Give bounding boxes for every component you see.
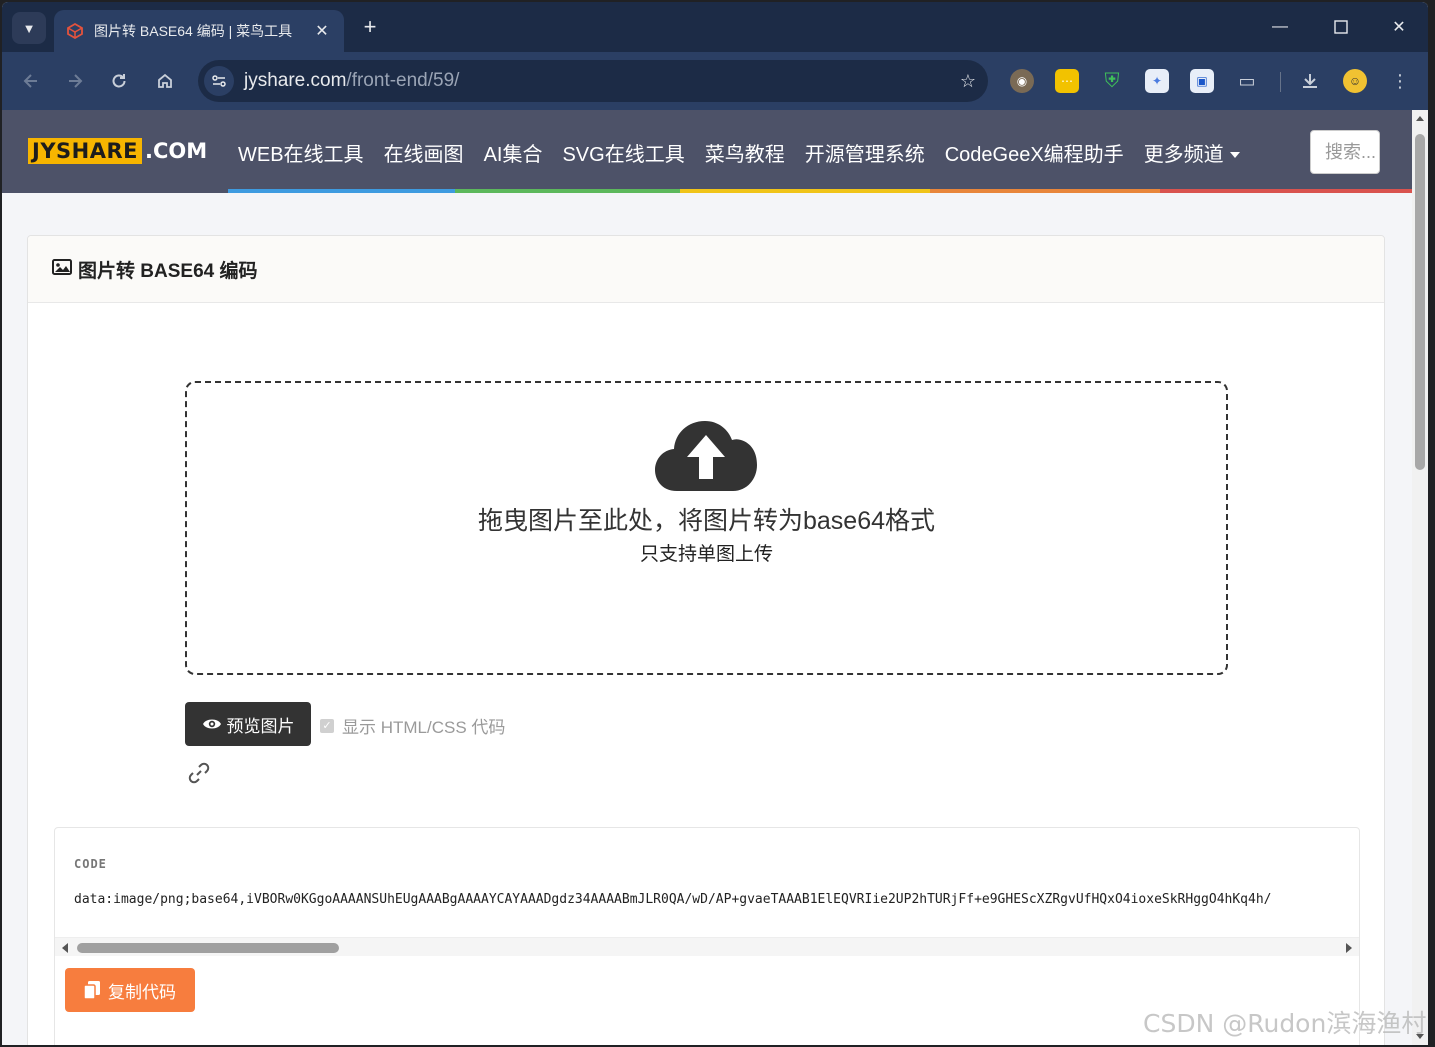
url-host: jyshare.com — [244, 70, 347, 91]
scroll-left-arrow-icon[interactable] — [62, 943, 68, 953]
new-tab-button[interactable]: + — [357, 15, 383, 41]
page-vertical-scrollbar[interactable] — [1412, 110, 1428, 1045]
site-navbar: JYSHARE .COM WEB在线工具 在线画图 AI集合 SVG在线工具 菜… — [2, 110, 1412, 193]
cloud-upload-icon — [655, 421, 757, 498]
lock-extension-icon[interactable]: ▣ — [1190, 69, 1214, 93]
scrollbar-thumb[interactable] — [77, 943, 339, 953]
eye-icon — [202, 717, 222, 731]
notes-extension-icon[interactable]: ⋯ — [1055, 69, 1079, 93]
nav-ai[interactable]: AI集合 — [474, 138, 553, 167]
nav-runoob[interactable]: 菜鸟教程 — [695, 138, 795, 167]
site-settings-icon[interactable] — [204, 66, 234, 96]
show-code-checkbox[interactable]: ✓ — [320, 718, 334, 733]
code-label: CODE — [74, 857, 107, 871]
caret-down-icon — [1229, 152, 1240, 159]
preview-image-button[interactable]: 预览图片 — [185, 702, 311, 746]
nav-svg-tools[interactable]: SVG在线工具 — [552, 138, 694, 167]
card-title: 图片转 BASE64 编码 — [78, 260, 258, 282]
tab-search-button[interactable]: ▼ — [12, 12, 46, 44]
shield-extension-icon[interactable]: ⛨ — [1100, 69, 1124, 93]
close-tab-icon[interactable]: ✕ — [312, 21, 332, 41]
preview-button-label: 预览图片 — [226, 716, 295, 736]
maximize-button[interactable] — [1318, 12, 1364, 42]
address-bar[interactable]: jyshare.com/front-end/59/ ☆ — [198, 60, 988, 102]
nav-codegeex[interactable]: CodeGeeX编程助手 — [935, 138, 1134, 167]
tool-card: 图片转 BASE64 编码 拖曳图片至此处，将图片转为base64格式 只支持单… — [27, 235, 1385, 1045]
owl-extension-icon[interactable]: ◉ — [1010, 69, 1034, 93]
scroll-up-arrow-icon[interactable] — [1416, 116, 1424, 121]
nav-opensource[interactable]: 开源管理系统 — [795, 138, 935, 167]
bird-extension-icon[interactable]: ✦ — [1145, 69, 1169, 93]
back-button[interactable] — [16, 66, 46, 96]
home-button[interactable] — [150, 66, 180, 96]
runoob-favicon-icon — [66, 22, 84, 40]
site-search-input[interactable]: 搜索... — [1310, 130, 1380, 174]
tab-bar: ▼ 图片转 BASE64 编码 | 菜鸟工具 ✕ + — ✕ — [2, 2, 1428, 52]
nav-more-label: 更多频道 — [1143, 143, 1224, 166]
nav-links: WEB在线工具 在线画图 AI集合 SVG在线工具 菜鸟教程 开源管理系统 Co… — [228, 135, 1250, 169]
copy-icon — [84, 981, 100, 999]
scroll-right-arrow-icon[interactable] — [1346, 943, 1352, 953]
show-code-option[interactable]: ✓ 显示 HTML/CSS 代码 — [320, 713, 505, 738]
close-window-button[interactable]: ✕ — [1376, 12, 1422, 42]
show-code-label: 显示 HTML/CSS 代码 — [342, 718, 506, 737]
minimize-button[interactable]: — — [1257, 12, 1303, 42]
link-icon[interactable] — [186, 760, 212, 791]
more-menu-icon[interactable]: ⋮ — [1388, 69, 1412, 93]
active-tab[interactable]: 图片转 BASE64 编码 | 菜鸟工具 ✕ — [54, 10, 344, 52]
tab-title: 图片转 BASE64 编码 | 菜鸟工具 — [94, 23, 293, 39]
image-icon — [52, 258, 72, 281]
toolbar-separator — [1280, 72, 1281, 92]
bookmark-star-icon[interactable]: ☆ — [948, 71, 988, 92]
site-logo[interactable]: JYSHARE .COM — [28, 137, 207, 165]
copy-code-button[interactable]: 复制代码 — [65, 968, 195, 1012]
copy-button-label: 复制代码 — [108, 982, 176, 1002]
image-dropzone[interactable]: 拖曳图片至此处，将图片转为base64格式 只支持单图上传 — [185, 381, 1228, 675]
browser-toolbar: jyshare.com/front-end/59/ ☆ ◉ ⋯ ⛨ ✦ ▣ ▭ … — [2, 52, 1428, 110]
csdn-watermark: CSDN @Rudon滨海渔村 — [1143, 1009, 1427, 1038]
forward-button[interactable] — [60, 66, 90, 96]
dropzone-sub-text: 只支持单图上传 — [639, 544, 773, 565]
logo-text: JYSHARE — [28, 138, 142, 164]
nav-drawing[interactable]: 在线画图 — [374, 138, 474, 167]
download-icon[interactable] — [1298, 69, 1322, 93]
web-page: JYSHARE .COM WEB在线工具 在线画图 AI集合 SVG在线工具 菜… — [2, 110, 1412, 1045]
nav-color-stripe — [2, 189, 1412, 193]
code-horizontal-scrollbar[interactable] — [55, 937, 1359, 956]
url-text: jyshare.com/front-end/59/ — [244, 70, 948, 92]
nav-web-tools[interactable]: WEB在线工具 — [228, 138, 374, 167]
profile-avatar[interactable]: ☺ — [1343, 69, 1367, 93]
card-header: 图片转 BASE64 编码 — [28, 236, 1384, 303]
chevron-down-icon: ▼ — [22, 20, 36, 36]
url-path: /front-end/59/ — [346, 70, 460, 91]
page-scrollbar-thumb[interactable] — [1415, 134, 1425, 470]
dropzone-main-text: 拖曳图片至此处，将图片转为base64格式 — [477, 507, 936, 535]
nav-more-dropdown[interactable]: 更多频道 — [1134, 138, 1250, 167]
base64-code-text[interactable]: data:image/png;base64,iVBORw0KGgoAAAANSU… — [74, 892, 1360, 907]
extensions-puzzle-icon[interactable]: ▭ — [1235, 69, 1259, 93]
reload-button[interactable] — [104, 66, 134, 96]
browser-window: ▼ 图片转 BASE64 编码 | 菜鸟工具 ✕ + — ✕ jyshare.c… — [2, 2, 1428, 1045]
logo-suffix: .COM — [145, 139, 208, 163]
